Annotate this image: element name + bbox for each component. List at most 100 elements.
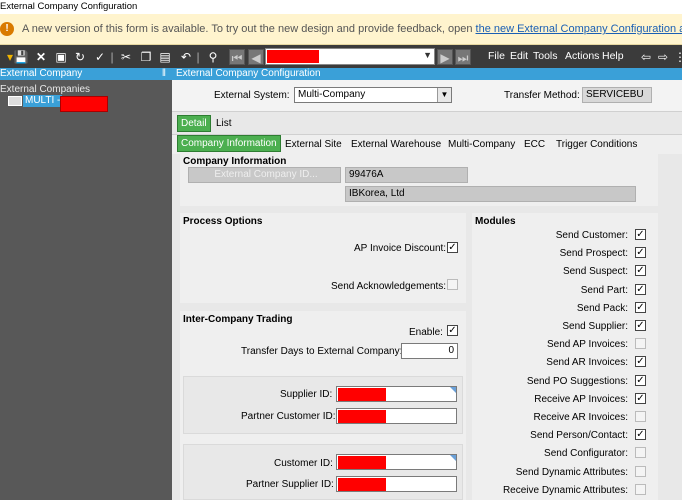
tab-company-information[interactable]: Company Information [177, 135, 281, 152]
first-record-icon[interactable]: ⏮ [229, 49, 245, 65]
module-checkbox[interactable]: ✓ [635, 392, 646, 404]
partner-supplier-id-label: Partner Supplier ID: [246, 479, 334, 490]
module-label: Send Supplier: [562, 321, 628, 332]
module-checkbox[interactable]: ✓ [635, 265, 646, 277]
transfer-method-field: SERVICEBU [582, 87, 652, 103]
tree-root[interactable]: External Companies [0, 84, 90, 95]
tree-panel-header: External Company ‖ [0, 68, 172, 80]
tab-multi-company[interactable]: Multi-Company [448, 139, 515, 150]
external-company-id-button[interactable]: External Company ID... [188, 167, 341, 183]
transfer-days-input[interactable]: 0 [401, 343, 458, 359]
customer-id-input[interactable] [336, 454, 457, 470]
send-acknowledgements-checkbox[interactable] [447, 279, 458, 290]
tab-trigger-conditions[interactable]: Trigger Conditions [556, 139, 637, 150]
tab-ecc[interactable]: ECC [524, 139, 545, 150]
banner-text: A new version of this form is available.… [22, 14, 682, 44]
tab-external-site[interactable]: External Site [285, 139, 342, 150]
external-company-id-field[interactable]: 99476A [345, 167, 468, 183]
tree-panel [0, 68, 172, 500]
chevron-down-icon: ▼ [423, 50, 432, 60]
module-checkbox[interactable] [635, 465, 646, 477]
chevron-down-icon: ▼ [437, 88, 451, 102]
module-checkbox[interactable] [635, 447, 646, 459]
form-header: External Company Configuration [172, 68, 682, 80]
folder-icon [8, 96, 22, 106]
new-app-link[interactable]: the new External Company Configuration a… [476, 23, 682, 35]
module-checkbox[interactable] [635, 411, 646, 422]
module-checkbox[interactable]: ✓ [635, 301, 646, 313]
save-icon[interactable]: 💾 [13, 49, 29, 65]
module-label: Send AP Invoices: [547, 339, 628, 351]
external-system-select[interactable]: Multi-Company ▼ [294, 87, 452, 103]
redacted-record [267, 50, 319, 63]
process-options-title: Process Options [183, 216, 263, 227]
save-as-icon[interactable]: ▣ [53, 49, 69, 65]
more-icon[interactable]: ⋮ [672, 49, 682, 65]
module-label: Send Dynamic Attributes: [515, 466, 628, 478]
redacted-customer-id [338, 456, 386, 469]
window-title: External Company Configuration [0, 1, 138, 12]
module-checkbox[interactable] [635, 338, 646, 350]
tab-detail[interactable]: Detail [177, 115, 211, 132]
new-version-banner: ! A new version of this form is availabl… [0, 14, 682, 45]
next-record-icon[interactable]: ▶ [437, 49, 453, 65]
warning-icon: ! [0, 22, 14, 36]
send-acknowledgements-label: Send Acknowledgements: [331, 281, 447, 292]
tab-list[interactable]: List [216, 118, 232, 129]
module-checkbox[interactable]: ✓ [635, 229, 646, 240]
supplier-id-label: Supplier ID: [280, 389, 333, 400]
tab-external-warehouse[interactable]: External Warehouse [351, 139, 441, 150]
menu-help[interactable]: Help [602, 50, 624, 62]
transfer-days-label: Transfer Days to External Company: [241, 346, 403, 357]
tree-panel-title: External Company [0, 68, 83, 79]
customer-id-label: Customer ID: [274, 458, 333, 469]
partner-customer-id-input[interactable] [336, 408, 457, 424]
module-checkbox[interactable]: ✓ [635, 356, 646, 368]
separator: | [196, 50, 200, 64]
search-icon[interactable]: ⚲ [205, 49, 221, 65]
ap-invoice-discount-label: AP Invoice Discount: [354, 243, 447, 254]
module-label: Send Customer: [555, 230, 628, 241]
menu-file[interactable]: File [488, 50, 505, 62]
menu-edit[interactable]: Edit [510, 50, 528, 62]
module-label: Send Person/Contact: [530, 430, 628, 442]
copy-icon[interactable]: ❐ [138, 49, 154, 65]
module-checkbox[interactable]: ✓ [635, 283, 646, 295]
form-title: External Company Configuration [176, 68, 321, 79]
module-checkbox[interactable]: ✓ [635, 247, 646, 259]
supplier-id-input[interactable] [336, 386, 457, 402]
record-navigator-dropdown[interactable]: ▼ [265, 48, 435, 65]
module-label: Receive AR Invoices: [533, 412, 629, 423]
toolbar: ▾ 💾 ✕ ▣ ↻ ✓ | ✂ ❐ ▤ ↶ | ⚲ ⏮ ◀ ▼ ▶ ⏭ File… [0, 45, 682, 69]
delete-icon[interactable]: ✕ [33, 49, 49, 65]
cut-icon[interactable]: ✂ [118, 49, 134, 65]
module-checkbox[interactable] [635, 483, 646, 495]
module-checkbox[interactable]: ✓ [635, 320, 646, 331]
partner-customer-id-label: Partner Customer ID: [241, 411, 336, 422]
last-record-icon[interactable]: ⏭ [455, 49, 471, 65]
module-checkbox[interactable]: ✓ [635, 429, 646, 441]
lookup-corner-icon [450, 387, 456, 393]
redacted-supplier-id [338, 388, 386, 401]
intercompany-trading-title: Inter-Company Trading [183, 314, 293, 325]
module-label: Receive AP Invoices: [534, 393, 628, 405]
ap-invoice-discount-checkbox[interactable]: ✓ [447, 242, 458, 253]
tree-item-multi[interactable]: MULTI - [23, 95, 63, 107]
enable-label: Enable: [409, 327, 443, 338]
module-checkbox[interactable]: ✓ [635, 374, 646, 386]
menu-tools[interactable]: Tools [533, 50, 558, 62]
module-label: Send Pack: [576, 302, 628, 314]
enable-checkbox[interactable]: ✓ [447, 325, 458, 336]
refresh-icon[interactable]: ↻ [72, 49, 88, 65]
external-system-label: External System: [214, 90, 290, 101]
menu-actions[interactable]: Actions [565, 50, 599, 62]
paste-icon[interactable]: ▤ [157, 49, 173, 65]
supplier-subgroup [183, 376, 463, 434]
back-icon[interactable]: ⇦ [638, 49, 654, 65]
partner-supplier-id-input[interactable] [336, 476, 457, 492]
pin-icon[interactable]: ‖ [162, 68, 166, 80]
forward-icon[interactable]: ⇨ [655, 49, 671, 65]
module-label: Send Configurator: [544, 448, 628, 460]
module-label: Send Part: [580, 284, 628, 296]
previous-record-icon[interactable]: ◀ [248, 49, 264, 65]
